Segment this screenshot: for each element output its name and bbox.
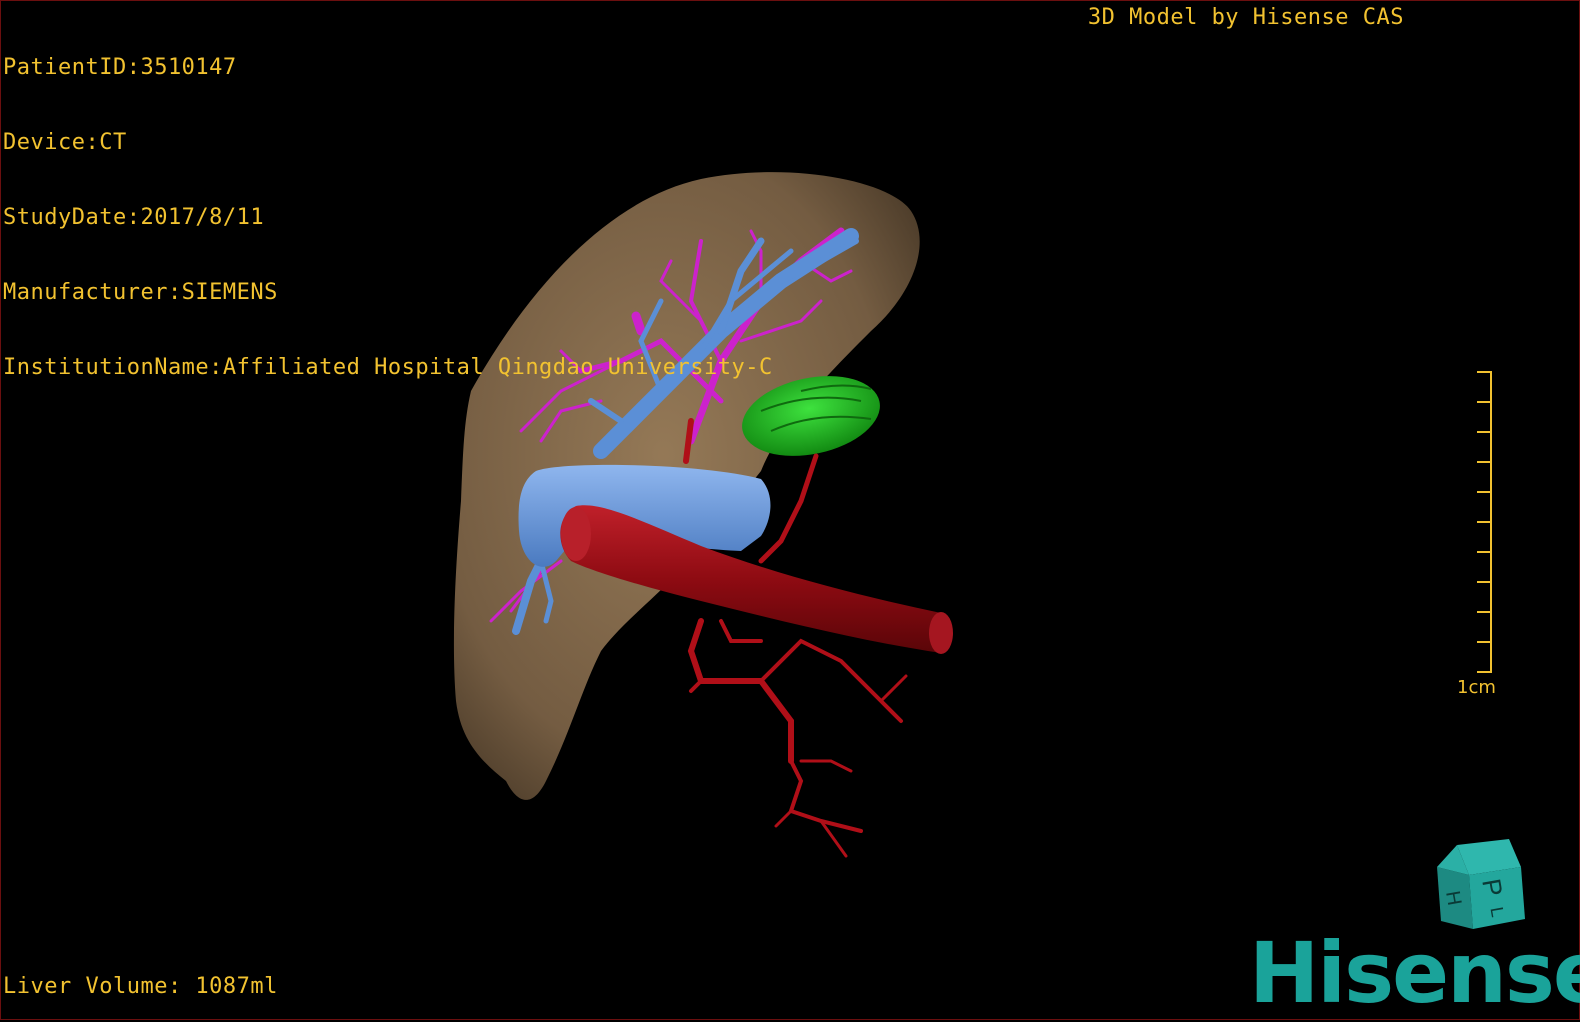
scale-bar [1477,371,1492,673]
model-credit-text: 3D Model by Hisense CAS [1087,5,1404,30]
manufacturer-text: Manufacturer:SIEMENS [3,280,278,305]
scale-label: 1cm [1457,677,1496,698]
patient-metadata: PatientID:3510147 Device:CT StudyDate:20… [3,5,773,430]
orientation-cube[interactable]: P H L [1429,837,1529,937]
hisense-logo: Hisense [1249,924,1580,1022]
3d-viewport[interactable]: PatientID:3510147 Device:CT StudyDate:20… [0,0,1580,1020]
device-text: Device:CT [3,130,127,155]
patient-id-text: PatientID:3510147 [3,55,237,80]
study-date-text: StudyDate:2017/8/11 [3,205,265,230]
institution-text: InstitutionName:Affiliated Hospital Qing… [3,355,773,380]
liver-volume-text: Liver Volume: 1087ml [3,974,278,999]
